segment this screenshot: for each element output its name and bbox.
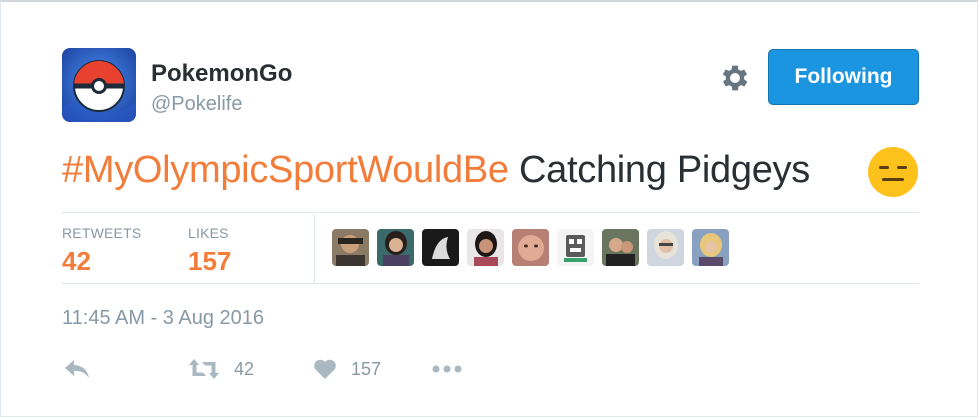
liker-avatar[interactable] (602, 229, 639, 266)
gear-icon[interactable] (718, 61, 752, 95)
retweet-button[interactable]: 42 (188, 354, 254, 384)
pokeball-avatar-icon (62, 48, 136, 122)
reply-icon (65, 360, 89, 378)
liker-avatar[interactable] (512, 229, 549, 266)
hashtag-link[interactable]: #MyOlympicSportWouldBe (62, 149, 509, 191)
display-name[interactable]: PokemonGo (151, 60, 292, 88)
avatar[interactable] (62, 48, 136, 122)
liker-avatar[interactable] (692, 229, 729, 266)
user-handle[interactable]: @Pokelife (151, 93, 242, 116)
liker-avatar[interactable] (557, 229, 594, 266)
following-button[interactable]: Following (768, 49, 919, 105)
likes-count[interactable]: 157 (188, 246, 231, 277)
divider (62, 283, 919, 284)
retweet-icon (189, 359, 219, 379)
liker-avatar[interactable] (422, 229, 459, 266)
divider (62, 212, 919, 213)
tweet-text: #MyOlympicSportWouldBe Catching Pidgeys (62, 149, 810, 192)
retweet-count: 42 (234, 358, 255, 379)
like-button[interactable]: 157 (313, 354, 381, 384)
reply-button[interactable] (63, 354, 91, 384)
more-icon (432, 365, 462, 373)
retweets-count[interactable]: 42 (62, 246, 91, 277)
vertical-divider (314, 214, 315, 283)
liker-avatar[interactable] (332, 229, 369, 266)
retweets-label: RETWEETS (62, 225, 142, 241)
liker-avatar[interactable] (377, 229, 414, 266)
like-count: 157 (351, 358, 382, 379)
liker-avatar[interactable] (647, 229, 684, 266)
expressionless-emoji-icon (867, 146, 919, 198)
heart-icon (314, 359, 336, 379)
more-button[interactable] (432, 354, 462, 384)
likes-label: LIKES (188, 225, 229, 241)
tweet-body: Catching Pidgeys (508, 149, 810, 191)
tweet-timestamp[interactable]: 11:45 AM - 3 Aug 2016 (62, 307, 264, 330)
tweet-card: PokemonGo @Pokelife Following #MyOlympic… (0, 0, 978, 417)
liker-avatar[interactable] (467, 229, 504, 266)
likers-avatars (332, 229, 729, 266)
